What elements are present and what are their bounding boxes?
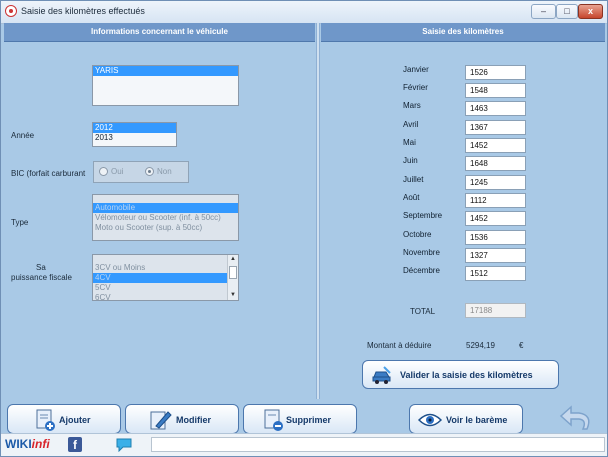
type-listbox[interactable]: Automobile Vélomoteur ou Scooter (inf. à… (92, 194, 239, 241)
puissance-label-line1: Sa (36, 263, 46, 272)
view-bareme-label: Voir le barème (446, 415, 508, 425)
km-input-avril[interactable] (465, 120, 526, 135)
type-option[interactable]: Vélomoteur ou Scooter (inf. à 50cc) (93, 213, 238, 223)
km-input-novembre[interactable] (465, 248, 526, 263)
logo-wiki-text: WIKI (5, 437, 32, 451)
km-input-octobre[interactable] (465, 230, 526, 245)
bic-label: BIC (forfait carburant (11, 169, 86, 178)
delete-button-label: Supprimer (286, 415, 332, 425)
app-icon (5, 5, 17, 17)
puissance-option[interactable]: 4CV (93, 273, 238, 283)
km-input-mars[interactable] (465, 101, 526, 116)
month-label: Janvier (403, 65, 429, 74)
add-button[interactable]: Ajouter (7, 404, 121, 434)
scroll-down-icon[interactable]: ▼ (228, 291, 238, 300)
scroll-up-icon[interactable]: ▲ (228, 255, 238, 264)
type-option[interactable]: Automobile (93, 203, 238, 213)
undo-arrow-icon[interactable] (557, 403, 597, 435)
puissance-option[interactable]: 3CV ou Moins (93, 263, 238, 273)
type-spacer (93, 195, 238, 203)
validate-km-button[interactable]: Valider la saisie des kilomètres (362, 360, 559, 389)
annee-label: Année (11, 131, 35, 140)
km-input-decembre[interactable] (465, 266, 526, 281)
panel-divider (316, 23, 320, 399)
month-label: Mai (403, 138, 416, 147)
eye-icon (418, 413, 442, 427)
month-label: Novembre (403, 248, 440, 257)
km-input-juin[interactable] (465, 156, 526, 171)
month-label: Septembre (403, 211, 443, 220)
main-window: Saisie des kilomètres effectués – □ x In… (0, 0, 608, 457)
vehicle-option[interactable]: YARIS (93, 66, 238, 76)
annee-option[interactable]: 2013 (93, 133, 176, 143)
currency-symbol: € (519, 341, 524, 350)
month-label: Octobre (403, 230, 432, 239)
validate-button-label: Valider la saisie des kilomètres (400, 370, 533, 380)
month-label: Avril (403, 120, 419, 129)
right-panel-header: Saisie des kilomètres (321, 23, 605, 42)
puissance-spacer (93, 255, 238, 263)
km-input-aout[interactable] (465, 193, 526, 208)
delete-button[interactable]: Supprimer (243, 404, 357, 434)
bic-radio-group: Oui Non (93, 161, 189, 183)
puissance-listbox[interactable]: 3CV ou Moins 4CV 5CV 6CV ▲ ▼ (92, 254, 239, 301)
maximize-button[interactable]: □ (556, 4, 578, 19)
scroll-thumb[interactable] (229, 266, 237, 279)
title-bar: Saisie des kilomètres effectués – □ x (1, 1, 607, 24)
car-icon (372, 366, 391, 384)
km-input-fevrier[interactable] (465, 83, 526, 98)
bic-oui-radio[interactable] (99, 167, 108, 176)
type-label: Type (11, 218, 29, 227)
puissance-option[interactable]: 6CV (93, 293, 238, 300)
logo-infi-text: infi (31, 437, 50, 451)
month-label: Mars (403, 101, 421, 110)
close-button[interactable]: x (578, 4, 603, 19)
window-title: Saisie des kilomètres effectués (21, 6, 145, 16)
month-label: Août (403, 193, 420, 202)
month-label: Décembre (403, 266, 440, 275)
wikinfi-logo[interactable]: WIKIinfi (5, 437, 50, 451)
edit-button-label: Modifier (176, 415, 211, 425)
bic-oui-label: Oui (111, 167, 124, 176)
facebook-icon[interactable]: f (68, 437, 82, 452)
km-input-juillet[interactable] (465, 175, 526, 190)
annee-listbox[interactable]: 2012 2013 (92, 122, 177, 147)
annee-option[interactable]: 2012 (93, 123, 176, 133)
puissance-option[interactable]: 5CV (93, 283, 238, 293)
km-input-janvier[interactable] (465, 65, 526, 80)
month-label: Juillet (403, 175, 424, 184)
status-field (151, 437, 605, 452)
add-button-label: Ajouter (59, 415, 91, 425)
type-option[interactable]: Moto ou Scooter (sup. à 50cc) (93, 223, 238, 233)
km-input-mai[interactable] (465, 138, 526, 153)
add-document-icon (36, 409, 55, 431)
month-label: Février (403, 83, 428, 92)
bic-non-radio[interactable] (145, 167, 154, 176)
chat-bubble-icon[interactable] (115, 437, 133, 452)
montant-label: Montant à déduire (367, 341, 432, 350)
minimize-button[interactable]: – (531, 4, 556, 19)
month-label: Juin (403, 156, 418, 165)
total-label: TOTAL (410, 307, 436, 316)
puissance-scrollbar[interactable]: ▲ ▼ (227, 255, 238, 300)
delete-document-icon (264, 409, 283, 431)
bic-non-label: Non (157, 167, 172, 176)
vehicle-listbox[interactable]: YARIS (92, 65, 239, 106)
total-field (465, 303, 526, 318)
puissance-label-line2: puissance fiscale (11, 273, 72, 282)
view-bareme-button[interactable]: Voir le barème (409, 404, 523, 434)
montant-value: 5294,19 (466, 341, 495, 350)
edit-button[interactable]: Modifier (125, 404, 239, 434)
edit-pencil-icon (150, 411, 172, 430)
km-input-septembre[interactable] (465, 211, 526, 226)
left-panel-header: Informations concernant le véhicule (4, 23, 315, 42)
